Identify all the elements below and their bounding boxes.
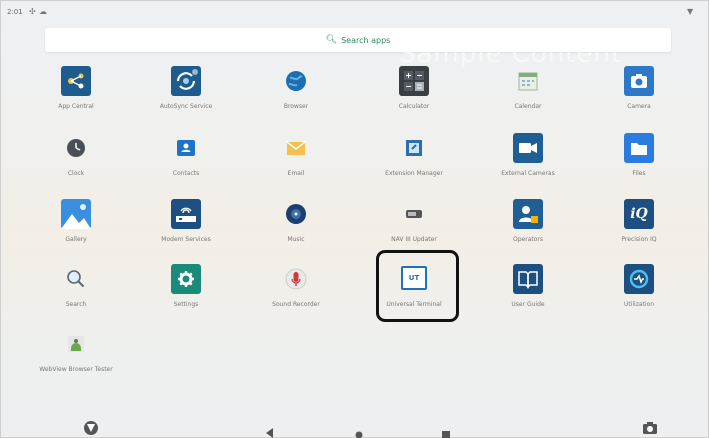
app-external-cameras[interactable]: External Cameras xyxy=(473,128,583,188)
app-email[interactable]: Email xyxy=(241,128,351,188)
extension-manager-icon xyxy=(399,133,429,163)
app-sound-recorder[interactable]: Sound Recorder xyxy=(241,259,351,319)
modem-services-icon xyxy=(171,199,201,229)
app-utilization[interactable]: Utilization xyxy=(584,259,694,319)
app-label: Calculator xyxy=(398,103,430,110)
app-label: Camera xyxy=(627,103,651,110)
app-label: User Guide xyxy=(511,301,545,308)
email-icon xyxy=(281,133,311,163)
status-time: 2:01 xyxy=(7,8,23,16)
camera-icon xyxy=(624,66,654,96)
settings-gear-icon xyxy=(171,264,201,294)
app-label: WebView Browser Tester xyxy=(39,366,113,373)
screenshot-camera-icon[interactable] xyxy=(642,420,658,438)
calendar-icon xyxy=(513,66,543,96)
music-icon xyxy=(281,199,311,229)
app-calculator[interactable]: Calculator xyxy=(359,61,469,121)
app-label: Sound Recorder xyxy=(272,301,320,308)
app-calendar[interactable]: Calendar xyxy=(473,61,583,121)
app-modem-services[interactable]: Modem Services xyxy=(131,194,241,254)
files-icon xyxy=(624,133,654,163)
app-label: Modem Services xyxy=(161,236,211,243)
app-clock[interactable]: Clock xyxy=(21,128,131,188)
calculator-icon xyxy=(399,66,429,96)
clock-icon xyxy=(61,133,91,163)
search-app-icon xyxy=(61,264,91,294)
app-label: Precision IQ xyxy=(621,236,657,243)
launcher-screen: 2:01 ✣ ☁ ▼ 🔍︎ Search apps Sample Content… xyxy=(0,0,709,438)
app-label: Calendar xyxy=(514,103,542,110)
sound-recorder-icon xyxy=(281,264,311,294)
app-contacts[interactable]: Contacts xyxy=(131,128,241,188)
app-user-guide[interactable]: User Guide xyxy=(473,259,583,319)
app-label: Settings xyxy=(173,301,199,308)
nav-updater-icon xyxy=(399,199,429,229)
location-icon: ✣ xyxy=(29,7,36,16)
app-label: AutoSync Service xyxy=(159,103,213,110)
app-webview-browser-tester[interactable]: WebView Browser Tester xyxy=(21,324,131,384)
app-label: Contacts xyxy=(172,170,200,177)
home-icon[interactable] xyxy=(355,424,363,438)
app-label: Email xyxy=(287,170,305,177)
app-label: Clock xyxy=(67,170,85,177)
app-label: Extension Manager xyxy=(385,170,443,177)
gallery-icon xyxy=(61,199,91,229)
app-autosync-service[interactable]: AutoSync Service xyxy=(131,61,241,121)
app-central-icon xyxy=(61,66,91,96)
app-files[interactable]: Files xyxy=(584,128,694,188)
app-browser[interactable]: Browser xyxy=(241,61,351,121)
app-gallery[interactable]: Gallery xyxy=(21,194,131,254)
app-nav-iii-updater[interactable]: NAV III Updater xyxy=(359,194,469,254)
search-apps-bar[interactable]: 🔍︎ Search apps xyxy=(45,28,671,52)
app-label: Search xyxy=(65,301,87,308)
app-label: Browser xyxy=(283,103,309,110)
contacts-icon xyxy=(171,133,201,163)
webview-tester-icon xyxy=(61,329,91,359)
operators-icon xyxy=(513,199,543,229)
app-label: NAV III Updater xyxy=(391,236,437,243)
app-precision-iq[interactable]: iQ Precision IQ xyxy=(584,194,694,254)
app-label: Music xyxy=(287,236,305,243)
app-label: Gallery xyxy=(65,236,87,243)
app-label: External Cameras xyxy=(501,170,555,177)
wifi-icon: ▼ xyxy=(687,7,694,16)
app-label: App Central xyxy=(58,103,94,110)
back-icon[interactable] xyxy=(266,423,274,438)
external-cameras-icon xyxy=(513,133,543,163)
app-label: Operators xyxy=(513,236,543,243)
trimble-logo-icon[interactable] xyxy=(83,420,99,438)
app-settings[interactable]: Settings xyxy=(131,259,241,319)
autosync-icon xyxy=(171,66,201,96)
status-bar: 2:01 ✣ ☁ ▼ xyxy=(1,1,709,21)
browser-globe-icon xyxy=(281,66,311,96)
app-label: Utilization xyxy=(623,301,655,308)
precision-iq-icon: iQ xyxy=(624,199,654,229)
cloud-icon: ☁ xyxy=(39,7,47,16)
search-icon: 🔍︎ xyxy=(325,35,338,45)
recents-icon[interactable] xyxy=(442,424,450,438)
precision-iq-icon-text: iQ xyxy=(630,206,648,222)
app-search[interactable]: Search xyxy=(21,259,131,319)
user-guide-icon xyxy=(513,264,543,294)
app-extension-manager[interactable]: Extension Manager xyxy=(359,128,469,188)
utilization-icon xyxy=(624,264,654,294)
search-apps-label: Search apps xyxy=(341,35,391,45)
app-app-central[interactable]: App Central xyxy=(21,61,131,121)
universal-terminal-highlight xyxy=(376,250,459,322)
navigation-bar xyxy=(1,406,709,438)
app-label: Files xyxy=(632,170,646,177)
app-camera[interactable]: Camera xyxy=(584,61,694,121)
app-operators[interactable]: Operators xyxy=(473,194,583,254)
app-music[interactable]: Music xyxy=(241,194,351,254)
